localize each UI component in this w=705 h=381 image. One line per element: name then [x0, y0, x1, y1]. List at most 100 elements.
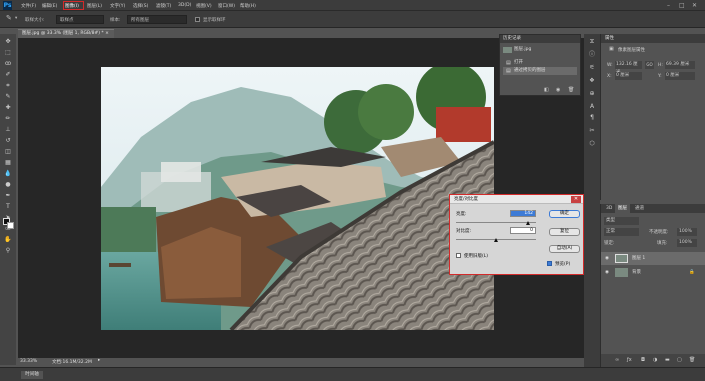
- preview-checkbox[interactable]: [547, 261, 552, 266]
- minimize-icon[interactable]: –: [667, 2, 670, 9]
- menu-3d[interactable]: 3D(D): [178, 3, 191, 8]
- paragraph-panel-icon[interactable]: ¶: [588, 114, 596, 122]
- history-brush-tool-icon[interactable]: ↺: [4, 137, 12, 145]
- history-item-open[interactable]: ▤ 打开: [503, 59, 577, 67]
- legacy-checkbox[interactable]: [456, 253, 461, 258]
- hand-tool-icon[interactable]: ✋: [4, 236, 12, 244]
- menu-select[interactable]: 选择(S): [133, 3, 148, 9]
- menu-help[interactable]: 帮助(H): [240, 3, 256, 9]
- layers-footer: ∞ ƒx ◘ ◑ ▬ ▢ 🗑: [601, 354, 705, 367]
- info-panel-icon[interactable]: ⓘ: [588, 51, 596, 59]
- group-folder-icon[interactable]: ▬: [665, 357, 670, 363]
- new-document-from-state-icon[interactable]: ◧: [544, 87, 549, 93]
- clone-source-icon[interactable]: ⊕: [588, 90, 596, 98]
- blur-tool-icon[interactable]: 💧: [4, 170, 12, 178]
- brightness-input[interactable]: 142: [510, 210, 536, 217]
- dodge-tool-icon[interactable]: ●: [4, 181, 12, 189]
- brightness-slider-track[interactable]: [456, 222, 536, 223]
- history-panel-icon[interactable]: ⧖: [588, 38, 596, 46]
- show-ring-checkbox[interactable]: [195, 17, 200, 22]
- menu-view[interactable]: 视图(V): [196, 3, 212, 9]
- adjustment-layer-icon[interactable]: ◑: [653, 357, 657, 363]
- healing-brush-tool-icon[interactable]: ✚: [4, 104, 12, 112]
- visibility-eye-icon[interactable]: ◉: [605, 266, 609, 279]
- eraser-tool-icon[interactable]: ◫: [4, 148, 12, 156]
- tab-layers[interactable]: 图层: [615, 204, 630, 213]
- brightness-slider-thumb[interactable]: [525, 221, 530, 225]
- fill-field[interactable]: 100%: [677, 239, 697, 247]
- layer-style-icon[interactable]: ƒx: [627, 357, 632, 363]
- maximize-icon[interactable]: □: [679, 2, 685, 9]
- menu-filter[interactable]: 滤镜(T): [156, 3, 171, 9]
- menu-window[interactable]: 窗口(W): [218, 3, 235, 9]
- eyedropper-tool-icon[interactable]: ✎: [4, 93, 12, 101]
- properties-panel-title[interactable]: 属性: [601, 34, 705, 43]
- quick-select-tool-icon[interactable]: ✐: [4, 71, 12, 79]
- lasso-tool-icon[interactable]: ꝏ: [4, 60, 12, 68]
- blend-mode-select[interactable]: 正常: [604, 228, 639, 236]
- layer-name[interactable]: 背景: [632, 266, 641, 279]
- document-tab-close-icon[interactable]: ×: [105, 31, 109, 36]
- delete-state-icon[interactable]: 🗑: [568, 87, 574, 93]
- link-dimensions-icon[interactable]: GO: [645, 61, 654, 69]
- tab-channels[interactable]: 通道: [632, 204, 647, 213]
- pen-tool-icon[interactable]: ✒: [4, 192, 12, 200]
- layer-row[interactable]: ◉ 图层 1: [601, 252, 705, 265]
- marquee-tool-icon[interactable]: ⬚: [4, 49, 12, 57]
- background-color-swatch[interactable]: [7, 222, 14, 229]
- brush-tool-icon[interactable]: ✏: [4, 115, 12, 123]
- layer-row[interactable]: ◉ 背景 🔒: [601, 266, 705, 279]
- menu-layer[interactable]: 图层(L): [87, 3, 102, 9]
- new-layer-icon[interactable]: ▢: [677, 357, 682, 363]
- sample-size-select[interactable]: 取样点: [56, 15, 104, 24]
- close-icon[interactable]: ✕: [692, 2, 697, 9]
- character-panel-icon[interactable]: A: [588, 103, 596, 111]
- history-panel-title[interactable]: 历史记录: [500, 35, 580, 43]
- clone-stamp-tool-icon[interactable]: ⊥: [4, 126, 12, 134]
- dialog-title[interactable]: 亮度/对比度: [450, 195, 583, 204]
- tool-presets-icon[interactable]: ✂: [588, 127, 596, 135]
- layer-kind-filter[interactable]: 类型: [604, 217, 639, 225]
- document-tab[interactable]: 图层.jpg @ 33.3% (图层 1, RGB/8#) * ×: [18, 29, 114, 38]
- x-field[interactable]: 0 厘米: [615, 72, 642, 80]
- new-snapshot-icon[interactable]: ◉: [556, 87, 560, 93]
- opacity-field[interactable]: 100%: [677, 228, 697, 236]
- gradient-tool-icon[interactable]: ▦: [4, 159, 12, 167]
- brush-panel-icon[interactable]: ❖: [588, 77, 596, 85]
- link-layers-icon[interactable]: ∞: [615, 357, 619, 363]
- y-field[interactable]: 0 厘米: [665, 72, 695, 80]
- adjust-panel-icon[interactable]: ⚟: [588, 64, 596, 72]
- eyedropper-icon[interactable]: ✎: [6, 14, 12, 22]
- menu-bar: Ps 文件(F) 编辑(E) 图像(I) 图层(L) 文字(Y) 选择(S) 滤…: [0, 0, 705, 11]
- delete-layer-icon[interactable]: 🗑: [689, 357, 695, 363]
- tab-3d[interactable]: 3D: [603, 204, 615, 213]
- contrast-slider-thumb[interactable]: [493, 238, 498, 242]
- menu-type[interactable]: 文字(Y): [110, 3, 125, 9]
- contrast-input[interactable]: 0: [510, 227, 536, 234]
- dialog-close-icon[interactable]: ✕: [571, 196, 581, 203]
- type-tool-icon[interactable]: T: [4, 203, 12, 211]
- sample-select[interactable]: 所有图层: [127, 15, 187, 24]
- layer-name[interactable]: 图层 1: [632, 252, 645, 265]
- zoom-level[interactable]: 33.33%: [20, 359, 37, 364]
- menu-edit[interactable]: 编辑(E): [42, 3, 57, 9]
- layer-mask-icon[interactable]: ◘: [641, 357, 645, 363]
- status-menu-arrow-icon[interactable]: ▸: [98, 358, 100, 363]
- zoom-tool-icon[interactable]: ⚲: [4, 247, 12, 255]
- crop-tool-icon[interactable]: ⌗: [4, 82, 12, 90]
- reset-button[interactable]: 复位: [549, 228, 580, 236]
- ok-button[interactable]: 确定: [549, 210, 580, 218]
- tool-preset-chevron-icon[interactable]: ▾: [15, 16, 17, 21]
- 3d-panel-icon[interactable]: ⬡: [588, 140, 596, 148]
- visibility-eye-icon[interactable]: ◉: [605, 252, 609, 265]
- auto-button[interactable]: 自动(A): [549, 245, 580, 253]
- move-tool-icon[interactable]: ✥: [4, 38, 12, 46]
- menu-file[interactable]: 文件(F): [21, 3, 36, 9]
- timeline-tab[interactable]: 时间轴: [21, 371, 43, 379]
- document-image[interactable]: [101, 67, 494, 330]
- history-item-layer-via-copy[interactable]: ▤ 通过拷贝的图层: [503, 67, 577, 75]
- history-snapshot[interactable]: 图层.jpg: [503, 46, 577, 54]
- width-field[interactable]: 132.16 厘米: [615, 61, 642, 75]
- contrast-label: 对比度:: [456, 229, 472, 234]
- height-field[interactable]: 69.39 厘米: [665, 61, 695, 69]
